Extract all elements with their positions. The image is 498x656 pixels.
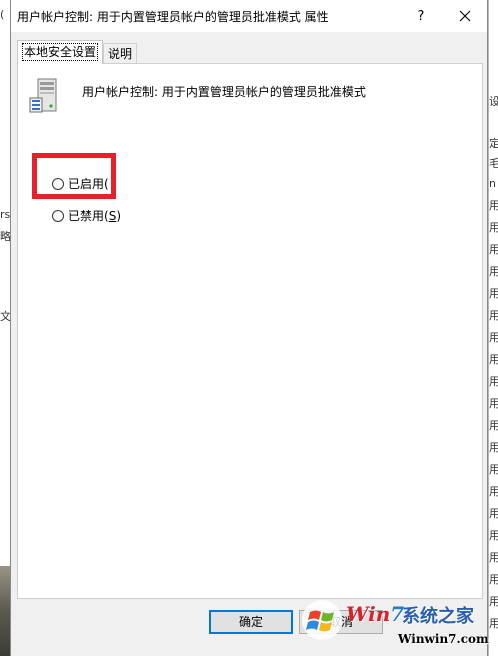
disabled-radio[interactable]: [52, 209, 64, 222]
server-computer-icon: [29, 78, 57, 113]
background-text: 用: [489, 505, 498, 521]
background-text: (: [0, 8, 5, 21]
background-text: rs: [0, 208, 11, 221]
disabled-label: 已禁用(S): [68, 209, 121, 223]
background-text: 用: [489, 483, 498, 499]
policy-name: 用户帐户控制: 用于内置管理员帐户的管理员批准模式: [82, 85, 366, 99]
title-bar[interactable]: 用户帐户控制: 用于内置管理员帐户的管理员批准模式 属性 ?: [11, 0, 487, 32]
tab-explain[interactable]: 说明: [103, 43, 138, 63]
background-text: 用: [489, 197, 498, 213]
background-text: 用: [489, 571, 498, 587]
close-icon: [459, 10, 471, 22]
tab-label: 本地安全设置: [22, 43, 99, 61]
tab-local-security-setting[interactable]: 本地安全设置: [17, 40, 104, 64]
dialog-title: 用户帐户控制: 用于内置管理员帐户的管理员批准模式 属性: [17, 10, 329, 24]
help-icon: ?: [417, 8, 425, 24]
settings-panel: 用户帐户控制: 用于内置管理员帐户的管理员批准模式 已启用( 已禁用(S): [17, 63, 483, 599]
background-text: 用: [489, 329, 498, 345]
background-window-right: 设 定 毛 n 用 用 用 用 用 用 用 用 用 用 用 用 用 用 用 用 …: [488, 0, 498, 656]
background-text: 用: [489, 373, 498, 389]
tab-label: 说明: [108, 47, 133, 61]
background-text: 用: [489, 461, 498, 477]
watermark-name: 系统之家: [402, 606, 474, 627]
watermark-brand: Win7: [346, 602, 405, 626]
background-text: 用: [489, 285, 498, 301]
background-text: 用: [489, 395, 498, 411]
background-text: 用: [489, 351, 498, 367]
ok-button[interactable]: 确定: [209, 610, 293, 634]
background-text: 用: [489, 219, 498, 235]
background-text: 用: [489, 549, 498, 565]
background-text: 定: [489, 135, 498, 151]
help-button[interactable]: ?: [399, 0, 443, 32]
highlight-box: [32, 153, 116, 199]
background-text: 毛: [489, 155, 498, 171]
properties-dialog: 用户帐户控制: 用于内置管理员帐户的管理员批准模式 属性 ? 本地安全设置 说明…: [10, 0, 488, 656]
background-text: 用: [489, 527, 498, 543]
background-text: n: [489, 177, 496, 190]
background-text: 用: [489, 241, 498, 257]
close-button[interactable]: [443, 0, 487, 32]
background-text: 用: [489, 263, 498, 279]
background-text: 用: [489, 439, 498, 455]
windows-logo-icon: [302, 600, 342, 640]
watermark: Win7 系统之家 Winwin7.com: [300, 596, 498, 656]
disabled-radio-option[interactable]: 已禁用(S): [52, 207, 121, 224]
background-text: 设: [489, 93, 498, 109]
desktop-wallpaper: [0, 566, 10, 656]
watermark-url: Winwin7.com: [398, 632, 489, 646]
background-text: 用: [489, 307, 498, 323]
background-text: 用: [489, 417, 498, 433]
